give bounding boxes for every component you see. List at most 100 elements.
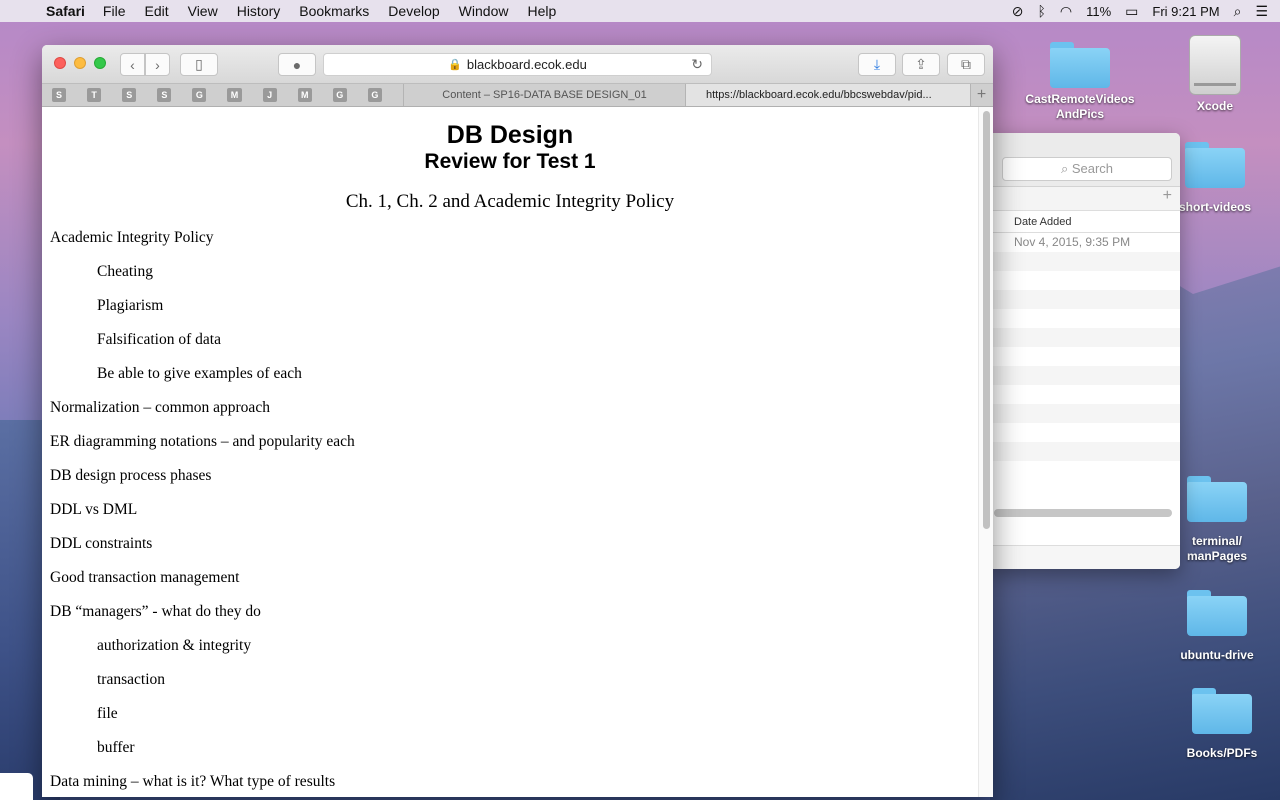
- menu-bookmarks[interactable]: Bookmarks: [299, 3, 369, 19]
- finder-status-bar: [990, 545, 1180, 569]
- search-icon: ⌕: [1060, 161, 1072, 176]
- finder-row: [990, 347, 1180, 366]
- reload-icon[interactable]: ↻: [691, 56, 703, 73]
- add-icon[interactable]: +: [1163, 187, 1172, 205]
- wifi-icon[interactable]: ◠: [1060, 3, 1072, 20]
- search-placeholder: Search: [1071, 161, 1114, 176]
- finder-row: [990, 385, 1180, 404]
- notification-center-icon[interactable]: ☰: [1255, 3, 1268, 20]
- clock[interactable]: Fri 9:21 PM: [1152, 4, 1219, 19]
- back-button[interactable]: ‹: [120, 53, 145, 76]
- tab-blackboard-pdf[interactable]: https://blackboard.ecok.edu/bbcswebdav/p…: [686, 84, 970, 106]
- menu-window[interactable]: Window: [459, 3, 509, 19]
- tab-overview-button[interactable]: ⧉: [947, 53, 985, 76]
- tab-blackboard-content[interactable]: Content – SP16-DATA BASE DESIGN_01: [404, 84, 686, 106]
- review-item: DDL vs DML: [50, 501, 138, 518]
- menu-develop[interactable]: Develop: [388, 3, 439, 19]
- finder-toolbar: s ⌕ Search: [990, 133, 1180, 187]
- address-bar[interactable]: 🔒 blackboard.ecok.edu ↻: [323, 53, 712, 76]
- horizontal-scrollbar[interactable]: [994, 509, 1172, 517]
- desktop-icon-label: CastRemoteVideos AndPics: [1025, 92, 1135, 121]
- finder-row[interactable]: Nov 4, 2015, 9:35 PM: [990, 233, 1180, 252]
- folder-icon: [1050, 42, 1110, 88]
- review-item: Data mining – what is it? What type of r…: [50, 773, 336, 790]
- bluetooth-icon[interactable]: ᛒ: [1037, 3, 1045, 19]
- sidebar-button[interactable]: ▯: [180, 53, 218, 76]
- address-text: blackboard.ecok.edu: [466, 57, 587, 72]
- review-subitem: Be able to give examples of each: [97, 365, 302, 382]
- pinned-tab[interactable]: G: [332, 88, 347, 102]
- folder-icon: [1185, 142, 1245, 188]
- finder-row: [990, 423, 1180, 442]
- forward-button[interactable]: ›: [145, 53, 170, 76]
- finder-search-field[interactable]: ⌕ Search: [1002, 157, 1172, 181]
- chevron-left-icon: ‹: [130, 56, 135, 73]
- document-chapters: Ch. 1, Ch. 2 and Academic Integrity Poli…: [345, 191, 675, 212]
- folder-icon: [1187, 590, 1247, 636]
- review-subitem: transaction: [97, 671, 166, 688]
- finder-row: [990, 309, 1180, 328]
- menu-safari[interactable]: Safari: [46, 3, 85, 19]
- spotlight-search-icon[interactable]: ⌕: [1234, 3, 1242, 20]
- share-button[interactable]: ⇪: [902, 53, 940, 76]
- pinned-tab[interactable]: G: [367, 88, 382, 102]
- downloads-button[interactable]: ⤓: [858, 53, 896, 76]
- review-subitem: Plagiarism: [97, 297, 164, 314]
- vertical-scrollbar-thumb[interactable]: [983, 111, 990, 529]
- finder-row: [990, 404, 1180, 423]
- pinned-tab[interactable]: G: [192, 88, 207, 102]
- desktop-icon-label: Books/PDFs: [1186, 746, 1258, 760]
- finder-path-row: +: [990, 187, 1180, 211]
- document-subtitle: Review for Test 1: [424, 150, 596, 173]
- pinned-tab[interactable]: S: [157, 88, 172, 102]
- desktop-folder-castremotevideos[interactable]: CastRemoteVideos AndPics: [1025, 42, 1135, 122]
- review-item: Normalization – common approach: [50, 399, 270, 416]
- menu-edit[interactable]: Edit: [144, 3, 168, 19]
- safari-window: ‹ › ▯ ● 🔒 blackboard.ecok.edu ↻ ⤓ ⇪ ⧉ S …: [42, 45, 993, 797]
- column-header-date-added[interactable]: Date Added: [990, 211, 1180, 233]
- pinned-tab[interactable]: S: [122, 88, 137, 102]
- download-icon: ⤓: [873, 56, 881, 72]
- review-item: ER diagramming notations – and popularit…: [50, 433, 355, 450]
- tab-bar: S T S S G M J M G G Content – SP16-DATA …: [42, 83, 993, 107]
- review-item: DB design process phases: [50, 467, 212, 484]
- battery-percent[interactable]: 11%: [1086, 4, 1111, 19]
- desktop-drive-xcode[interactable]: Xcode: [1160, 35, 1270, 114]
- review-subitem: Falsification of data: [97, 331, 221, 348]
- new-tab-button[interactable]: +: [970, 84, 992, 106]
- finder-row: [990, 271, 1180, 290]
- review-subitem: file: [97, 705, 118, 722]
- review-item: Academic Integrity Policy: [50, 229, 214, 246]
- menu-help[interactable]: Help: [527, 3, 556, 19]
- zoom-window-button[interactable]: [94, 57, 106, 69]
- desktop-folder-books-pdfs[interactable]: Books/PDFs: [1167, 688, 1277, 761]
- pinned-tabs: S T S S G M J M G G: [42, 84, 404, 106]
- ghost-icon: ●: [292, 56, 302, 73]
- desktop-folder-ubuntu-drive[interactable]: ubuntu-drive: [1162, 590, 1272, 663]
- menu-view[interactable]: View: [188, 3, 218, 19]
- review-item: Good transaction management: [50, 569, 240, 586]
- plus-icon: +: [976, 86, 987, 103]
- pinned-tab[interactable]: M: [227, 88, 242, 102]
- review-subitem: authorization & integrity: [97, 637, 252, 654]
- hard-drive-icon: [1189, 35, 1241, 95]
- finder-row: [990, 461, 1180, 480]
- menu-file[interactable]: File: [103, 3, 126, 19]
- review-item: DDL constraints: [50, 535, 153, 552]
- folder-icon: [1192, 688, 1252, 734]
- pinned-tab[interactable]: J: [262, 88, 277, 102]
- pinned-tab[interactable]: S: [52, 88, 67, 102]
- finder-row: [990, 442, 1180, 461]
- do-not-disturb-icon[interactable]: ⊘: [1012, 3, 1024, 20]
- menu-history[interactable]: History: [237, 3, 281, 19]
- ghostery-extension-button[interactable]: ●: [278, 53, 316, 76]
- battery-icon[interactable]: ▭: [1125, 3, 1138, 20]
- finder-row: [990, 328, 1180, 347]
- close-window-button[interactable]: [54, 57, 66, 69]
- pinned-tab[interactable]: M: [297, 88, 312, 102]
- minimize-window-button[interactable]: [74, 57, 86, 69]
- chevron-right-icon: ›: [155, 56, 160, 73]
- pinned-tab[interactable]: T: [87, 88, 102, 102]
- review-subitem: Cheating: [97, 263, 153, 280]
- safari-toolbar: ‹ › ▯ ● 🔒 blackboard.ecok.edu ↻ ⤓ ⇪ ⧉: [42, 45, 993, 83]
